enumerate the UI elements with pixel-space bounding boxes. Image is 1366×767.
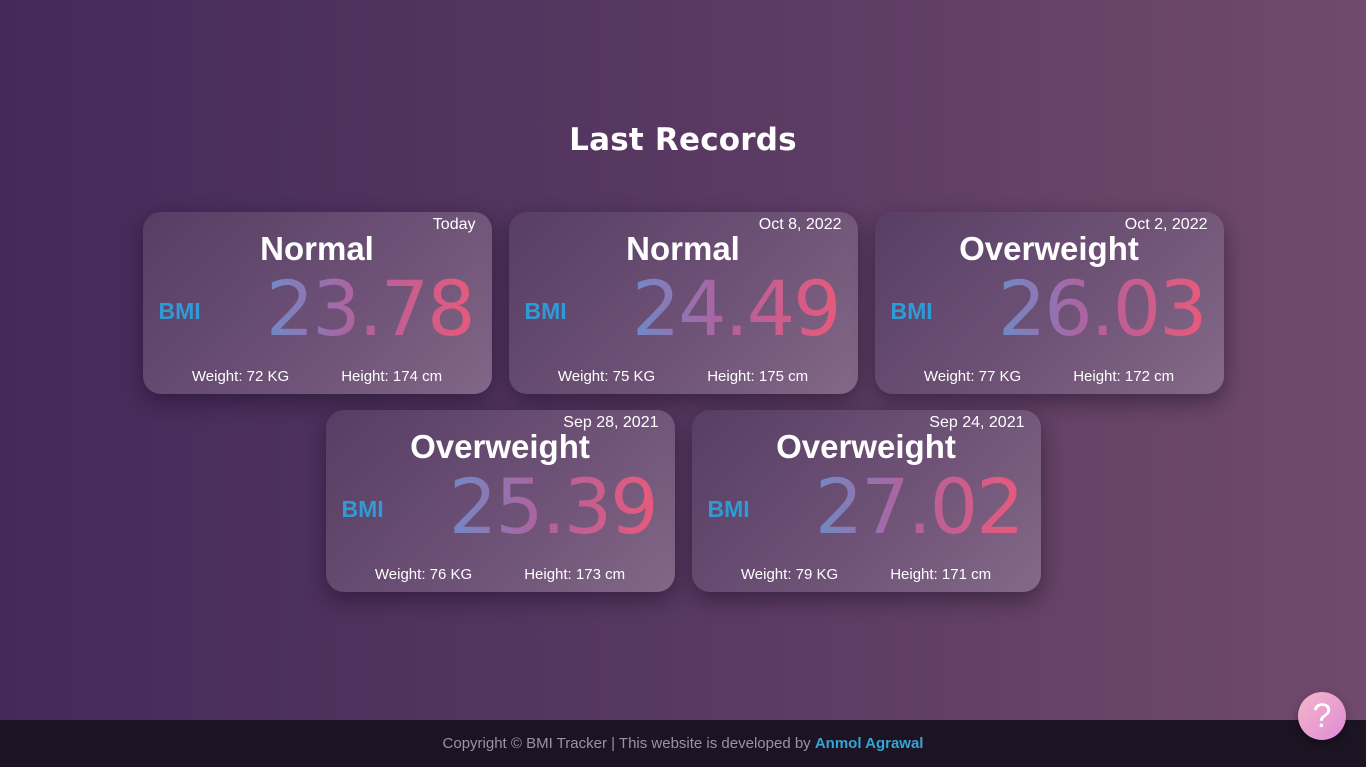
- record-height: Height: 173 cm: [524, 566, 626, 583]
- record-card: Sep 28, 2021 Overweight BMI 25.39 Weight…: [325, 410, 675, 592]
- help-button[interactable]: ?: [1298, 692, 1346, 740]
- record-height: Height: 171 cm: [890, 566, 992, 583]
- record-status: Overweight: [776, 428, 956, 465]
- bmi-value: 25.39: [448, 462, 659, 551]
- record-weight: Weight: 79 KG: [740, 566, 839, 583]
- bmi-label: BMI: [341, 496, 384, 522]
- bmi-value: 24.49: [631, 264, 842, 353]
- developer-link[interactable]: Anmol Agrawal: [815, 735, 924, 752]
- record-status: Normal: [260, 230, 374, 267]
- bmi-label: BMI: [890, 298, 933, 324]
- bmi-label: BMI: [707, 496, 750, 522]
- record-metrics: Weight: 75 KG Height: 175 cm: [509, 368, 858, 385]
- record-weight: Weight: 72 KG: [191, 368, 290, 385]
- bmi-value: 23.78: [265, 264, 476, 353]
- bmi-label: BMI: [524, 298, 567, 324]
- bmi-label: BMI: [158, 298, 201, 324]
- record-card: Oct 8, 2022 Normal BMI 24.49 Weight: 75 …: [508, 212, 858, 394]
- record-metrics: Weight: 79 KG Height: 171 cm: [692, 566, 1041, 583]
- page-title: Last Records: [569, 122, 797, 158]
- records-grid: Today Normal BMI 23.78 Weight: 72 KG Hei…: [0, 212, 1366, 592]
- record-height: Height: 174 cm: [341, 368, 443, 385]
- record-card: Sep 24, 2021 Overweight BMI 27.02 Weight…: [691, 410, 1041, 592]
- record-weight: Weight: 76 KG: [374, 566, 473, 583]
- record-card: Oct 2, 2022 Overweight BMI 26.03 Weight:…: [874, 212, 1224, 394]
- footer-copyright: Copyright © BMI Tracker | This website i…: [442, 735, 815, 752]
- record-status: Normal: [626, 230, 740, 267]
- record-weight: Weight: 77 KG: [923, 368, 1022, 385]
- record-status: Overweight: [410, 428, 590, 465]
- record-height: Height: 175 cm: [707, 368, 809, 385]
- record-card: Today Normal BMI 23.78 Weight: 72 KG Hei…: [142, 212, 492, 394]
- question-icon: ?: [1312, 697, 1332, 735]
- footer: Copyright © BMI Tracker | This website i…: [0, 720, 1366, 767]
- record-metrics: Weight: 72 KG Height: 174 cm: [143, 368, 492, 385]
- bmi-value: 27.02: [814, 462, 1025, 551]
- record-height: Height: 172 cm: [1073, 368, 1175, 385]
- record-status: Overweight: [959, 230, 1139, 267]
- record-metrics: Weight: 77 KG Height: 172 cm: [875, 368, 1224, 385]
- bmi-value: 26.03: [997, 264, 1208, 353]
- record-metrics: Weight: 76 KG Height: 173 cm: [326, 566, 675, 583]
- record-weight: Weight: 75 KG: [557, 368, 656, 385]
